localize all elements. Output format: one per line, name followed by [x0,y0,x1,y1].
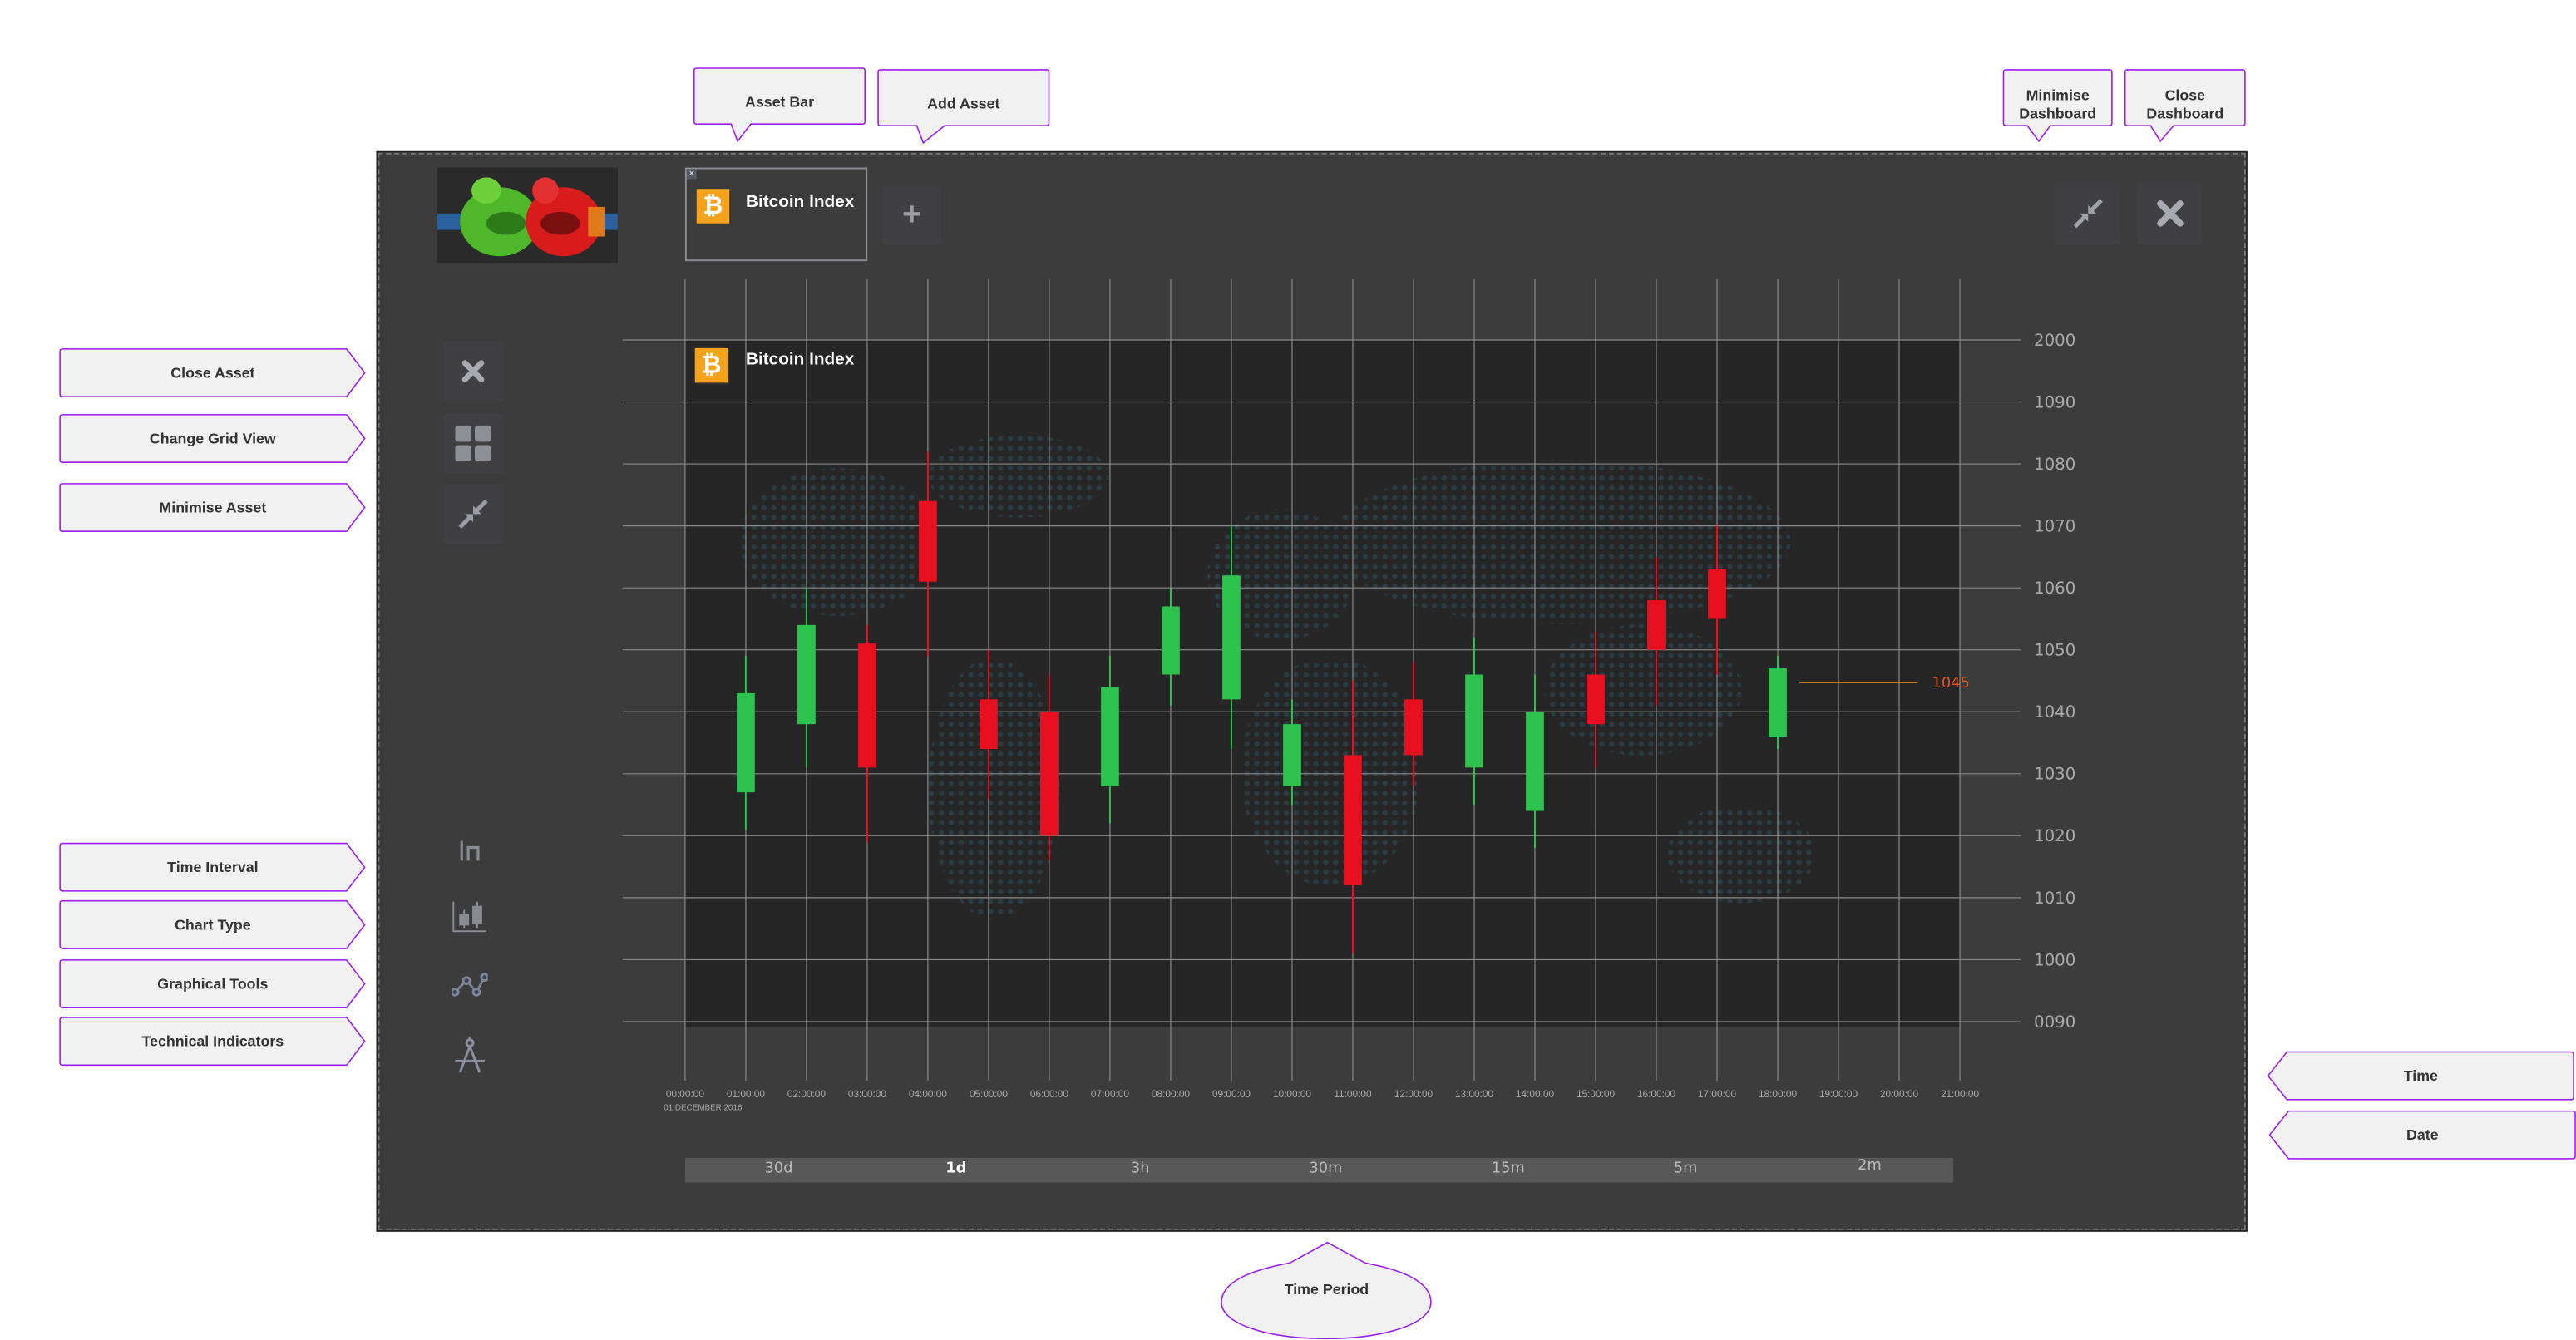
annotation-date: Date [2268,1110,2576,1160]
annotation-chart-type: Chart Type [59,899,366,949]
annotation-asset-bar: Asset Bar [693,67,866,143]
x-tick-label: 09:00:00 [1212,1088,1251,1100]
y-tick-label: 1040 [2034,702,2075,722]
time-period-5m[interactable]: 5m [1674,1158,1698,1183]
annotation-technical-indicators: Technical Indicators [59,1017,366,1067]
time-period-3h[interactable]: 3h [1131,1158,1150,1183]
x-tick-label: 20:00:00 [1880,1088,1919,1100]
time-period-15m[interactable]: 15m [1492,1158,1525,1183]
time-period-30d[interactable]: 30d [765,1158,793,1183]
candle-body [1344,755,1362,885]
x-tick-label: 14:00:00 [1516,1088,1555,1100]
x-tick-label: 03:00:00 [848,1088,887,1100]
x-tick-label: 08:00:00 [1152,1088,1191,1100]
x-tick-label: 17:00:00 [1698,1088,1737,1100]
y-tick-label: 1090 [2034,392,2075,411]
candle-body [1587,674,1605,725]
x-tick-label: 11:00:00 [1334,1088,1372,1100]
x-tick-label: 16:00:00 [1637,1088,1676,1100]
x-tick-label: 21:00:00 [1941,1088,1980,1100]
candle-body [797,624,816,725]
x-tick-label: 18:00:00 [1759,1088,1798,1100]
time-period-2m[interactable]: 2m [1858,1155,1882,1180]
y-tick-label: 1080 [2034,455,2075,474]
x-tick-label: 02:00:00 [787,1088,827,1100]
annotation-change-grid-view: Change Grid View [59,414,366,463]
x-tick-label: 00:00:00 [666,1088,705,1100]
candle-body [1769,668,1787,737]
candle-body [1526,712,1544,811]
candle-body [1222,575,1241,700]
candle-body [980,699,998,749]
annotation-time: Time [2267,1051,2574,1101]
candle-body [919,500,937,582]
candle-body [1708,569,1726,619]
annotation-time-interval: Time Interval [59,842,366,892]
time-period-1d[interactable]: 1d [945,1158,966,1183]
chart-asset-label: Bitcoin Index [746,349,855,370]
candle-body [1283,724,1301,786]
x-tick-label: 01:00:00 [727,1088,766,1100]
annotation-graphical-tools: Graphical Tools [59,959,366,1008]
candle-body [1101,687,1119,786]
y-axis-labels: 2000 1090 1080 1070 1060 1050 1040 1030 1020 1010… [2034,331,2075,1032]
y-tick-label: 2000 [2034,331,2075,350]
y-tick-label: 1030 [2034,765,2075,784]
bitcoin-icon: ₿ [694,347,728,383]
chart-date-label: 01 DECEMBER 2016 [664,1104,743,1113]
y-tick-label: 1060 [2034,579,2075,598]
x-tick-label: 19:00:00 [1819,1088,1858,1100]
annotation-minimise-asset: Minimise Asset [59,483,366,532]
candle-body [1040,712,1059,836]
candle-body [1162,606,1180,675]
x-tick-label: 06:00:00 [1030,1088,1069,1100]
y-tick-label: 1010 [2034,889,2075,908]
candlestick-chart[interactable]: 00:00:00 01:00:00 02:00:00 03:00:00 04:00:00… [0,0,2576,1340]
x-tick-label: 04:00:00 [909,1088,948,1100]
y-tick-label: 1000 [2034,950,2075,969]
time-period-bar: 30d 1d 3h 30m 15m 5m 2m [684,1155,1954,1183]
y-tick-label: 1020 [2034,826,2075,845]
stage: × ₿ Bitcoin Index + 00:00:00 01:00:00 02… [0,0,2576,1340]
time-period-30m[interactable]: 30m [1309,1158,1342,1183]
candle-body [1647,600,1666,650]
annotation-add-asset: Add Asset [877,69,1050,145]
candle-body [737,692,755,793]
x-tick-label: 12:00:00 [1394,1088,1434,1100]
annotation-time-period: Time Period [1221,1241,1433,1340]
x-tick-label: 15:00:00 [1577,1088,1616,1100]
current-price-label: 1045 [1932,674,1970,692]
y-tick-label: 1050 [2034,641,2075,660]
y-tick-label: 0090 [2034,1012,2075,1032]
x-tick-label: 13:00:00 [1455,1088,1494,1100]
x-tick-label: 10:00:00 [1273,1088,1312,1100]
candle-body [1404,699,1423,756]
annotation-close-dashboard: Close Dashboard [2124,69,2246,143]
x-axis-labels: 00:00:00 01:00:00 02:00:00 03:00:00 04:00:00… [666,1088,1980,1100]
candle-body [858,643,876,768]
y-tick-label: 1070 [2034,517,2075,536]
annotation-minimise-dashboard: Minimise Dashboard [2002,69,2113,143]
candle-bullish[interactable] [1769,656,1787,749]
x-tick-label: 07:00:00 [1091,1088,1130,1100]
annotation-close-asset: Close Asset [59,348,366,397]
x-tick-label: 05:00:00 [970,1088,1009,1100]
candle-body [1465,674,1483,768]
